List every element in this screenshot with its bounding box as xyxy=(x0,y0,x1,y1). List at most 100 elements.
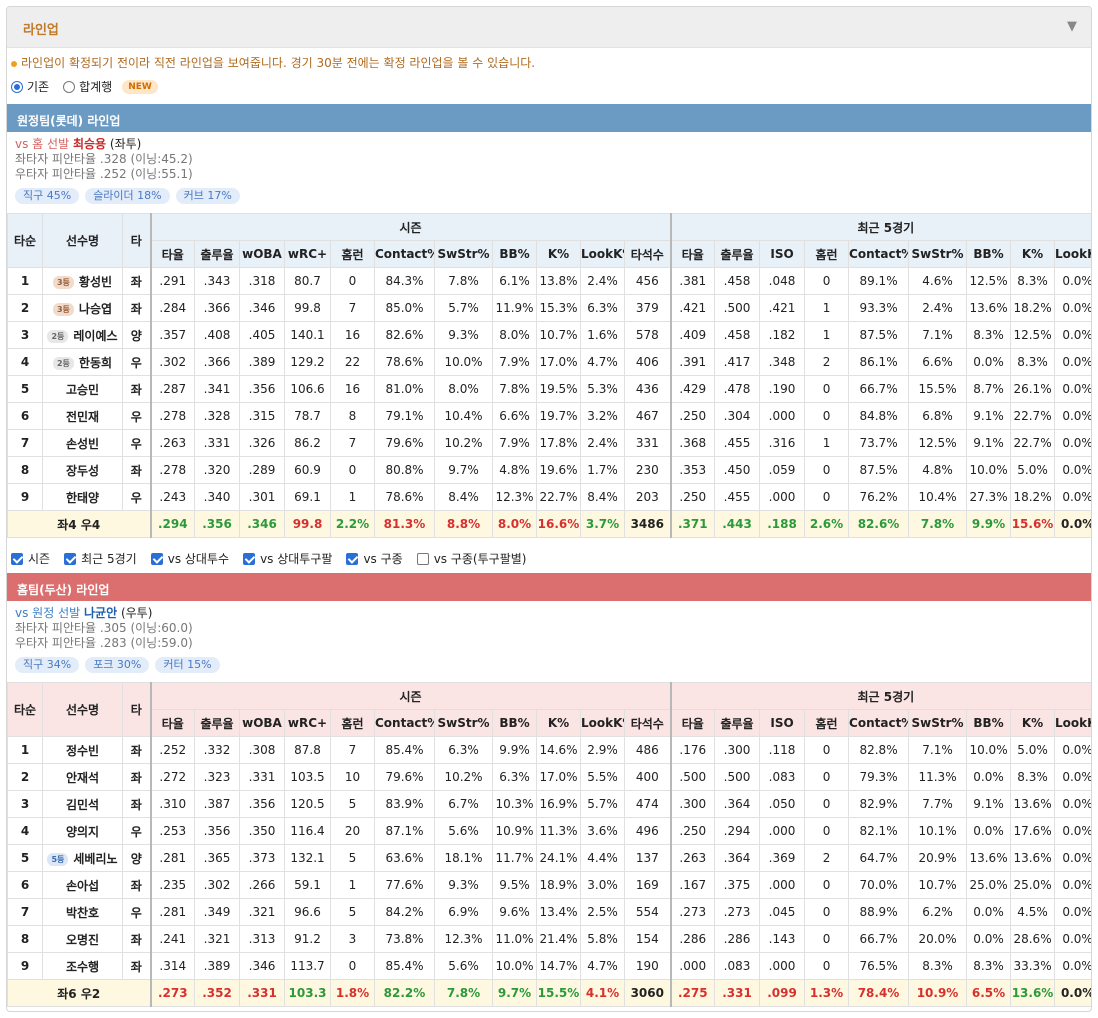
home-lineup-table-wrap[interactable]: 타순 선수명 타 시즌 최근 5경기 타율 출루율 wOBA wRC+ 홈런 Contact% SwS… xyxy=(7,682,1091,1007)
triangle-down-icon[interactable]: ▼ xyxy=(1067,19,1077,34)
player-name-cell[interactable]: 정수빈 xyxy=(42,736,123,764)
column-header[interactable]: 타 xyxy=(122,682,151,737)
column-header[interactable]: 홈런 xyxy=(330,709,375,737)
filter-recent5[interactable]: 최근 5경기 xyxy=(64,550,137,567)
column-header[interactable]: 타순 xyxy=(7,213,43,268)
column-header[interactable]: BB% xyxy=(492,709,537,737)
player-name[interactable]: 전민재 xyxy=(66,410,99,424)
column-header[interactable]: LookK% xyxy=(1054,709,1091,737)
column-header[interactable]: wOBA xyxy=(239,240,285,268)
column-header[interactable]: K% xyxy=(1010,240,1056,268)
column-header[interactable]: LookK% xyxy=(580,709,625,737)
column-header[interactable]: BB% xyxy=(966,240,1012,268)
filter-vs-pitch-arm[interactable]: vs 구종(투구팔별) xyxy=(416,550,526,567)
column-header[interactable]: 타율 xyxy=(149,240,195,268)
filter-vs-pitch[interactable]: vs 구종 xyxy=(346,550,403,567)
away-opponent-pitcher[interactable]: 최승용 xyxy=(73,137,106,151)
player-name-cell[interactable]: 3등 황성빈 xyxy=(42,267,123,295)
radio-total-row[interactable]: 합계행 xyxy=(63,78,112,95)
home-opponent-pitcher[interactable]: 나균안 xyxy=(84,606,117,620)
player-name[interactable]: 오명진 xyxy=(66,933,99,947)
column-header[interactable]: ISO xyxy=(759,240,806,268)
column-group-header[interactable]: 시즌 xyxy=(149,213,672,241)
player-name-cell[interactable]: 양의지 xyxy=(42,817,123,845)
radio-total-row-indicator[interactable] xyxy=(63,80,76,93)
player-name-cell[interactable]: 오명진 xyxy=(42,925,123,953)
player-name[interactable]: 양의지 xyxy=(66,825,99,839)
player-name[interactable]: 고승민 xyxy=(66,383,99,397)
player-name-cell[interactable]: 2등 레이예스 xyxy=(42,321,123,349)
column-header[interactable]: Contact% xyxy=(848,709,910,737)
lineup-panel-header[interactable]: 라인업 ▼ xyxy=(7,7,1091,48)
player-name-cell[interactable]: 5등 세베리노 xyxy=(42,844,123,872)
player-name-cell[interactable]: 조수행 xyxy=(42,952,123,980)
player-name[interactable]: 나승엽 xyxy=(79,302,112,316)
column-header[interactable]: Contact% xyxy=(374,709,435,737)
column-header[interactable]: K% xyxy=(536,709,581,737)
filter-vs-arm-checkbox[interactable] xyxy=(243,552,256,565)
column-header[interactable]: 타석수 xyxy=(623,240,672,268)
column-header[interactable]: wRC+ xyxy=(284,709,331,737)
player-name[interactable]: 손성빈 xyxy=(66,437,99,451)
player-name-cell[interactable]: 김민석 xyxy=(42,790,123,818)
player-name[interactable]: 조수행 xyxy=(66,960,99,974)
column-header[interactable]: 선수명 xyxy=(42,682,123,737)
column-header[interactable]: LookK% xyxy=(1054,240,1091,268)
column-header[interactable]: wOBA xyxy=(239,709,285,737)
player-name-cell[interactable]: 한태양 xyxy=(42,483,123,511)
column-header[interactable]: 타율 xyxy=(149,709,195,737)
column-group-header[interactable]: 최근 5경기 xyxy=(669,213,1091,241)
filter-vs-pitch-arm-checkbox[interactable] xyxy=(416,552,429,565)
column-header[interactable]: 타율 xyxy=(669,240,716,268)
column-header[interactable]: 홈런 xyxy=(330,240,375,268)
player-name[interactable]: 정수빈 xyxy=(66,744,99,758)
column-group-header[interactable]: 시즌 xyxy=(149,682,672,710)
player-name-cell[interactable]: 박찬호 xyxy=(42,898,123,926)
column-header[interactable]: K% xyxy=(1010,709,1056,737)
column-header[interactable]: 선수명 xyxy=(42,213,123,268)
player-name-cell[interactable]: 안재석 xyxy=(42,763,123,791)
column-header[interactable]: 타석수 xyxy=(623,709,672,737)
filter-vs-arm[interactable]: vs 상대투구팔 xyxy=(243,550,332,567)
filter-vs-pitcher[interactable]: vs 상대투수 xyxy=(150,550,229,567)
player-name-cell[interactable]: 2등 한동희 xyxy=(42,348,123,376)
player-name[interactable]: 한동희 xyxy=(79,356,112,370)
column-header[interactable]: wRC+ xyxy=(284,240,331,268)
player-name[interactable]: 세베리노 xyxy=(73,852,117,866)
radio-default[interactable]: 기존 xyxy=(11,78,49,95)
filter-recent5-checkbox[interactable] xyxy=(64,552,77,565)
column-header[interactable]: 타순 xyxy=(7,682,43,737)
column-header[interactable]: 타 xyxy=(122,213,151,268)
column-header[interactable]: 출루율 xyxy=(194,240,240,268)
column-header[interactable]: 홈런 xyxy=(804,240,850,268)
column-header[interactable]: Contact% xyxy=(848,240,910,268)
player-name[interactable]: 손아섭 xyxy=(66,879,99,893)
column-header[interactable]: 출루율 xyxy=(714,709,761,737)
player-name[interactable]: 장두성 xyxy=(66,464,99,478)
column-header[interactable]: BB% xyxy=(492,240,537,268)
player-name-cell[interactable]: 전민재 xyxy=(42,402,123,430)
column-header[interactable]: ISO xyxy=(759,709,806,737)
player-name-cell[interactable]: 장두성 xyxy=(42,456,123,484)
filter-season-checkbox[interactable] xyxy=(11,552,23,565)
column-header[interactable]: SwStr% xyxy=(908,709,968,737)
player-name[interactable]: 박찬호 xyxy=(66,906,99,920)
column-header[interactable]: Contact% xyxy=(374,240,435,268)
column-header[interactable]: BB% xyxy=(966,709,1012,737)
column-header[interactable]: SwStr% xyxy=(434,240,493,268)
player-name-cell[interactable]: 손아섭 xyxy=(42,871,123,899)
filter-vs-pitcher-checkbox[interactable] xyxy=(150,552,163,565)
player-name-cell[interactable]: 손성빈 xyxy=(42,429,123,457)
player-name[interactable]: 한태양 xyxy=(66,491,99,505)
player-name[interactable]: 안재석 xyxy=(66,771,99,785)
player-name-cell[interactable]: 고승민 xyxy=(42,375,123,403)
column-header[interactable]: LookK% xyxy=(580,240,625,268)
column-header[interactable]: 홈런 xyxy=(804,709,850,737)
player-name[interactable]: 김민석 xyxy=(66,798,99,812)
column-header[interactable]: 출루율 xyxy=(194,709,240,737)
column-header[interactable]: SwStr% xyxy=(434,709,493,737)
player-name[interactable]: 레이예스 xyxy=(73,329,117,343)
filter-season[interactable]: 시즌 xyxy=(11,550,50,567)
player-name[interactable]: 황성빈 xyxy=(79,275,112,289)
column-header[interactable]: 타율 xyxy=(669,709,716,737)
